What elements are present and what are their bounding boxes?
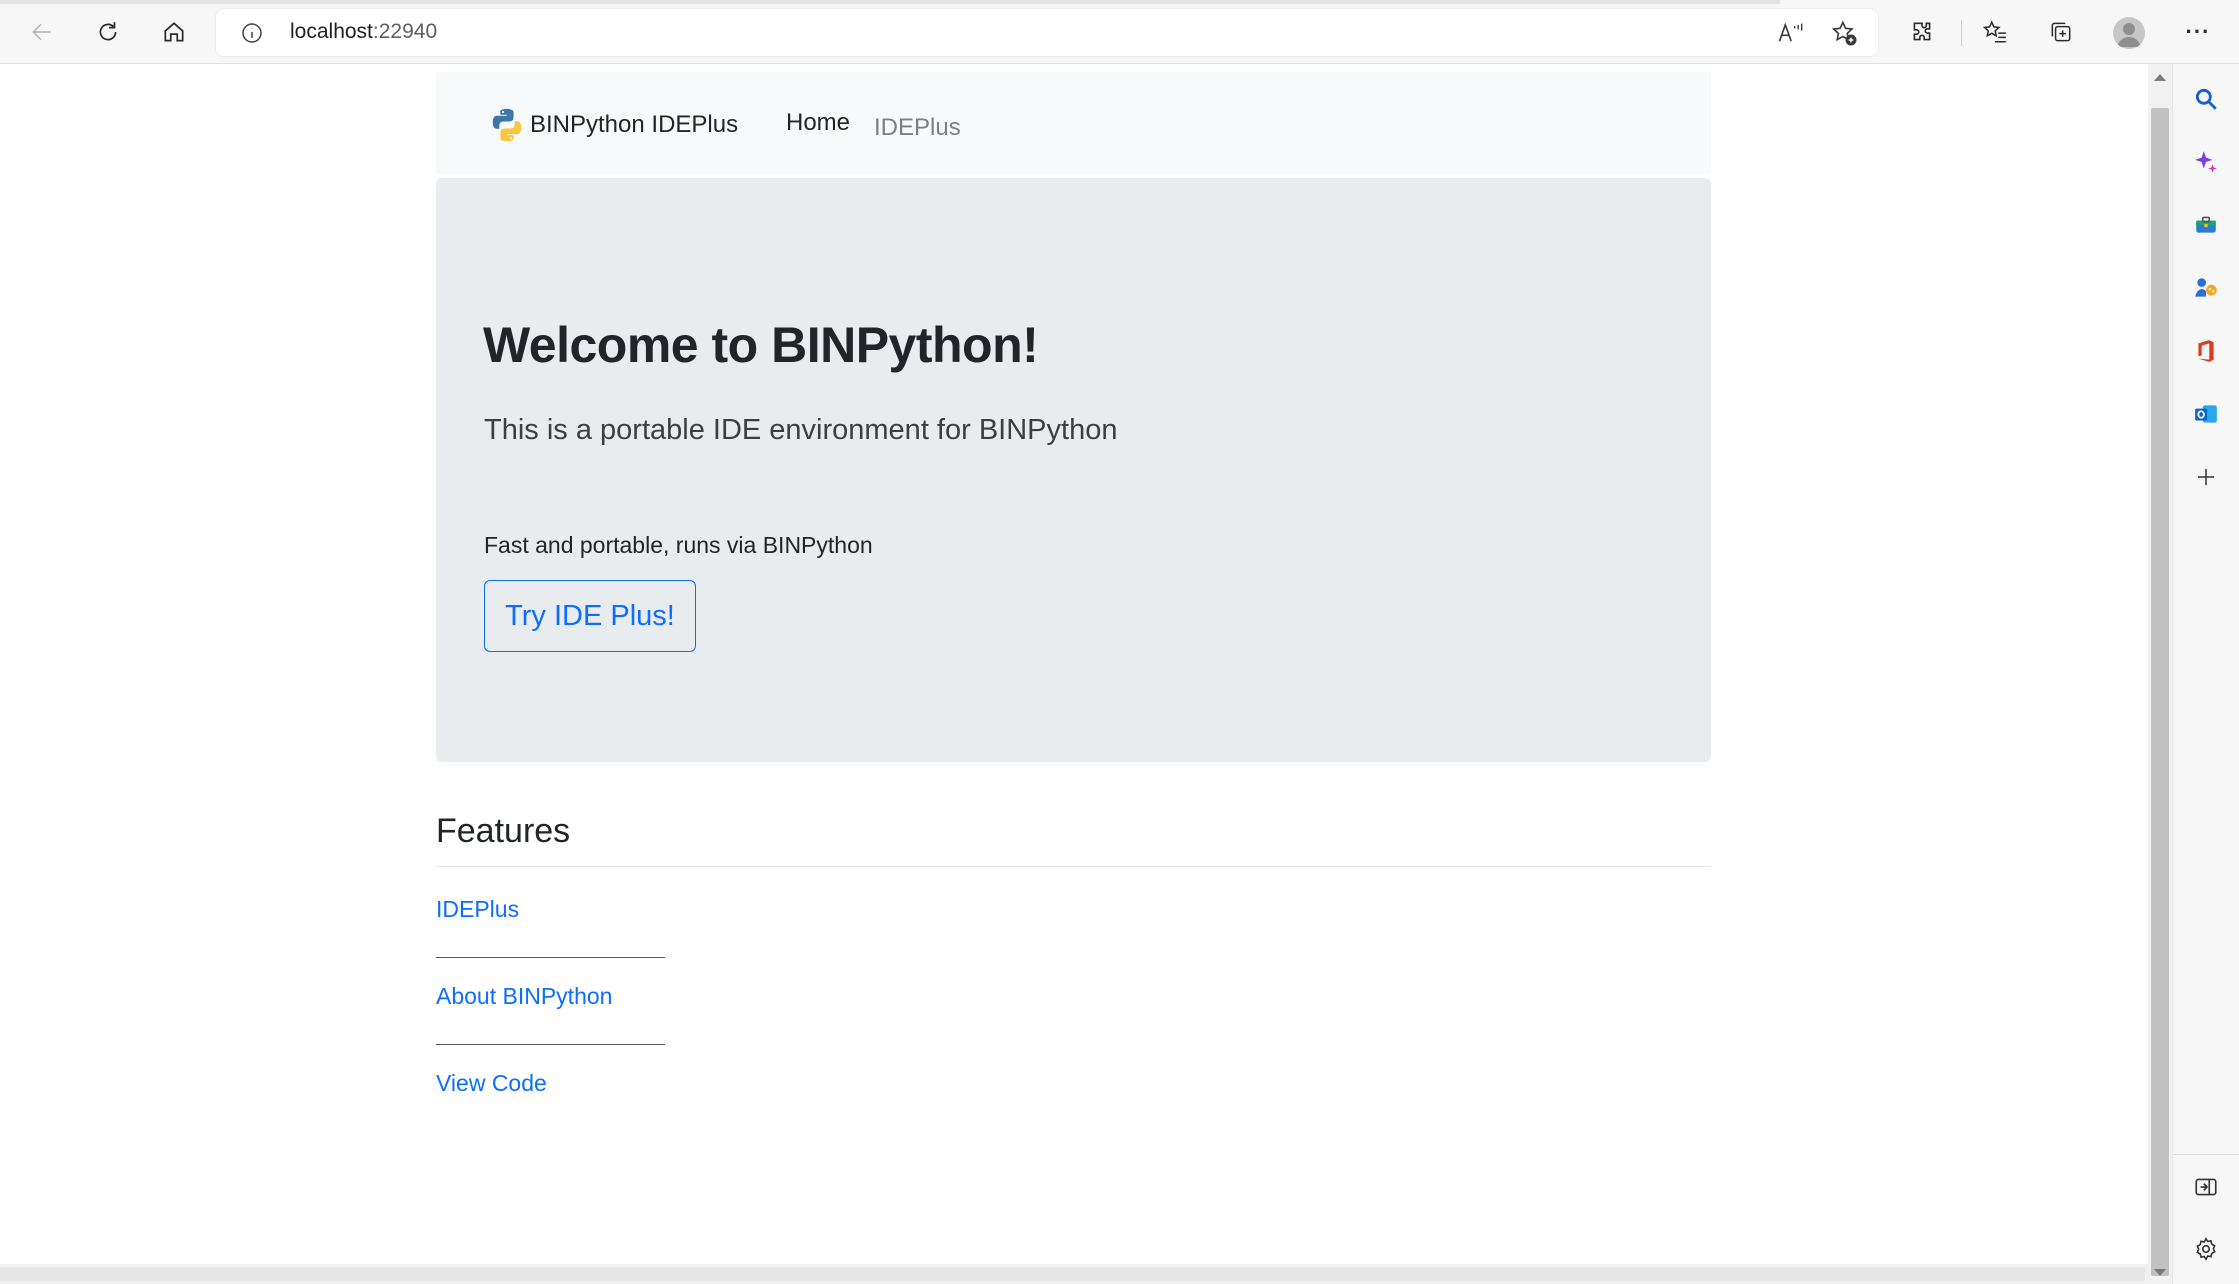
web-page: BINPython IDEPlus Home IDEPlus Welcome t… <box>0 64 2148 1264</box>
office-icon[interactable] <box>2191 336 2221 366</box>
tab-strip-edge <box>0 0 1780 4</box>
home-icon <box>164 22 184 42</box>
extensions-button[interactable] <box>1900 10 1944 54</box>
try-ide-plus-button[interactable]: Try IDE Plus! <box>484 580 696 652</box>
feature-separator <box>436 957 665 958</box>
refresh-button[interactable] <box>86 10 130 54</box>
collections-button[interactable] <box>2039 10 2083 54</box>
feature-link-view-code[interactable]: View Code <box>436 1070 547 1097</box>
nav-link-home[interactable]: Home <box>786 109 850 137</box>
feature-link-ideplus[interactable]: IDEPlus <box>436 896 519 923</box>
address-bar[interactable]: localhost:22940 <box>216 9 1878 56</box>
brand-text: BINPython IDEPlus <box>530 111 739 138</box>
back-button[interactable] <box>20 10 64 54</box>
settings-menu-button[interactable]: ··· <box>2176 10 2220 54</box>
toolbar-divider <box>1961 20 1962 46</box>
vertical-scrollbar[interactable] <box>2148 64 2172 1284</box>
favorites-list-icon <box>1982 20 2006 43</box>
copilot-icon[interactable] <box>2191 147 2221 177</box>
home-button[interactable] <box>152 10 196 54</box>
sidebar-divider <box>2173 1154 2239 1155</box>
feature-separator <box>436 1044 665 1045</box>
navbar: BINPython IDEPlus Home IDEPlus <box>436 72 1711 174</box>
favorites-button[interactable] <box>1973 10 2017 54</box>
url-text[interactable]: localhost:22940 <box>290 20 437 44</box>
features-divider <box>436 866 1711 867</box>
url-host: localhost <box>290 20 373 43</box>
tools-icon[interactable] <box>2191 210 2221 240</box>
python-logo-icon <box>492 108 522 142</box>
hide-sidebar-icon[interactable] <box>2191 1172 2221 1202</box>
search-icon[interactable] <box>2191 84 2221 114</box>
gear-icon[interactable] <box>2191 1234 2221 1264</box>
person-icon <box>2117 23 2141 47</box>
scrollbar-thumb[interactable] <box>2151 108 2169 1276</box>
games-icon[interactable] <box>2191 273 2221 303</box>
arrow-left-icon <box>32 23 51 41</box>
hero-lead: This is a portable IDE environment for B… <box>484 414 1118 446</box>
outlook-icon[interactable] <box>2191 399 2221 429</box>
navbar-brand[interactable]: BINPython IDEPlus <box>488 106 738 144</box>
collections-icon <box>2051 22 2071 42</box>
scroll-up-arrow-icon[interactable] <box>2154 74 2166 81</box>
browser-toolbar: localhost:22940 ··· <box>0 0 2239 64</box>
nav-link-ideplus[interactable]: IDEPlus <box>874 114 961 142</box>
hero-title: Welcome to BINPython! <box>483 317 1039 373</box>
url-port: :22940 <box>372 20 438 43</box>
info-icon[interactable] <box>240 21 264 45</box>
horizontal-scrollbar-thumb[interactable] <box>0 1267 2145 1281</box>
horizontal-scrollbar[interactable] <box>0 1264 2148 1284</box>
puzzle-icon <box>1913 22 1931 41</box>
edge-sidebar <box>2172 64 2239 1284</box>
profile-avatar[interactable] <box>2113 17 2145 49</box>
hero-section: Welcome to BINPython! This is a portable… <box>436 178 1711 762</box>
add-favorite-icon[interactable] <box>1830 19 1858 47</box>
features-title: Features <box>436 812 571 850</box>
feature-link-about[interactable]: About BINPython <box>436 983 612 1010</box>
read-aloud-icon[interactable] <box>1776 19 1804 47</box>
scroll-down-arrow-icon[interactable] <box>2154 1269 2166 1276</box>
add-icon[interactable] <box>2191 462 2221 492</box>
refresh-icon <box>99 22 117 41</box>
hero-text: Fast and portable, runs via BINPython <box>484 532 873 558</box>
